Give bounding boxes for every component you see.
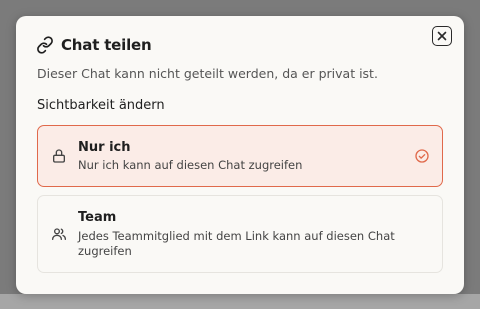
dialog-header: Chat teilen (36, 36, 152, 54)
option-description: Jedes Teammitglied mit dem Link kann auf… (78, 229, 395, 258)
visibility-option-team[interactable]: Team Jedes Teammitglied mit dem Link kan… (37, 195, 443, 273)
dialog-description: Dieser Chat kann nicht geteilt werden, d… (37, 66, 378, 81)
visibility-option-private[interactable]: Nur ich Nur ich kann auf diesen Chat zug… (37, 125, 443, 187)
option-title: Nur ich (78, 140, 131, 155)
option-title: Team (78, 210, 117, 225)
dialog-title: Chat teilen (61, 36, 152, 54)
close-button[interactable] (432, 26, 452, 46)
option-description: Nur ich kann auf diesen Chat zugreifen (78, 158, 303, 172)
selected-check-icon (414, 148, 430, 164)
close-icon (436, 30, 448, 42)
background-strip (0, 294, 480, 309)
share-chat-dialog: Chat teilen Dieser Chat kann nicht getei… (16, 16, 464, 294)
lock-icon (51, 148, 67, 164)
link-icon (36, 36, 54, 54)
users-icon (51, 226, 67, 242)
visibility-section-title: Sichtbarkeit ändern (37, 98, 165, 113)
